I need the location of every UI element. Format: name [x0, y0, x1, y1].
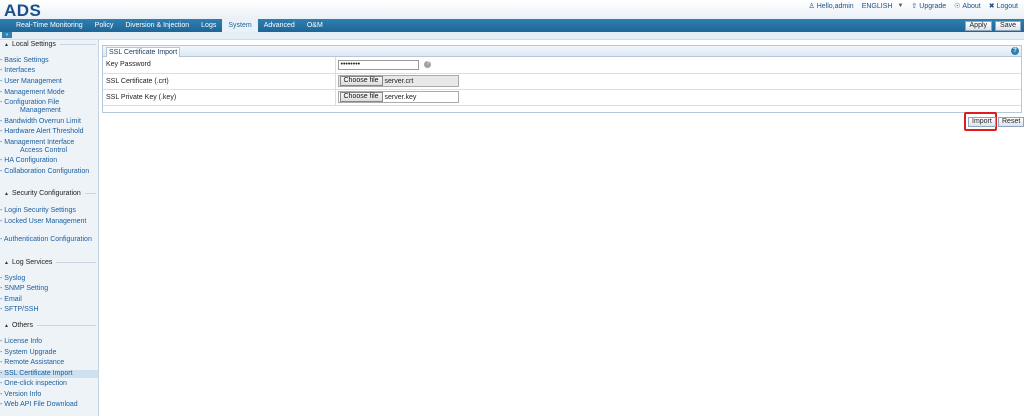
sidebar-item-management-mode[interactable]: - Management Mode — [0, 89, 98, 97]
about-link[interactable]: ☉ About — [954, 2, 981, 11]
sidebar-item-authentication-configuration[interactable]: - Authentication Configuration — [0, 236, 98, 244]
key-password-label: Key Password — [103, 57, 336, 74]
sidebar-item-web-api-file-download[interactable]: - Web API File Download — [0, 401, 98, 409]
main-nav: Real-Time Monitoring Policy Diversion & … — [0, 19, 1024, 32]
sidebar-item-hardware-alert-threshold[interactable]: - Hardware Alert Threshold — [0, 128, 98, 136]
sidebar-item-snmp-setting[interactable]: - SNMP Setting — [0, 285, 98, 293]
sidebar-item-sftp-ssh[interactable]: - SFTP/SSH — [0, 306, 98, 314]
sidebar-section-local-settings[interactable]: ▲ Local Settings — [4, 41, 96, 48]
ssl-certificate-label: SSL Certificate (.crt) — [103, 73, 336, 90]
sidebar-section-others[interactable]: ▲ Others — [4, 322, 96, 329]
language-select[interactable]: ENGLISH ▼ — [862, 3, 904, 10]
divider — [59, 44, 96, 45]
sidebar-item-collaboration-configuration[interactable]: - Collaboration Configuration — [0, 168, 98, 176]
apply-button[interactable]: Apply — [964, 21, 993, 31]
tab-real-time-monitoring[interactable]: Real-Time Monitoring — [10, 19, 89, 32]
choose-private-key-file-button[interactable]: Choose file — [339, 92, 383, 102]
app-logo: ADS — [4, 1, 42, 20]
nav-buttons: Apply Save — [964, 21, 1021, 31]
sidebar-item-bandwidth-overrun-limit[interactable]: - Bandwidth Overrun Limit — [0, 118, 98, 126]
ssl-import-panel: SSL Certificate Import ? Key Password ••… — [102, 45, 1022, 113]
table-row: SSL Private Key (.key) Choose file serve… — [103, 89, 1021, 106]
user-greeting[interactable]: ♙ Hello,admin — [808, 2, 853, 11]
ssl-import-form: Key Password •••••••• ? SSL Certificate … — [103, 57, 1021, 106]
sidebar-item-one-click-inspection[interactable]: - One-click inspection — [0, 380, 98, 388]
nav-tabs: Real-Time Monitoring Policy Diversion & … — [10, 19, 329, 32]
tab-om[interactable]: O&M — [301, 19, 329, 32]
sidebar-item-interfaces[interactable]: - Interfaces — [0, 67, 98, 75]
top-bar: ADS ♙ Hello,admin ENGLISH ▼ ⇧ Upgrade ☉ … — [0, 0, 1024, 20]
tab-advanced[interactable]: Advanced — [258, 19, 301, 32]
key-password-field[interactable]: •••••••• — [337, 59, 419, 70]
tab-diversion-injection[interactable]: Diversion & Injection — [119, 19, 195, 32]
sub-bar: « — [0, 32, 1024, 40]
sidebar-item-email[interactable]: - Email — [0, 296, 98, 304]
sidebar: ▲ Local Settings - Basic Settings - Inte… — [0, 40, 99, 416]
ssl-private-key-file-input[interactable]: Choose file server.key — [337, 91, 459, 103]
sidebar-section-security-configuration[interactable]: ▲ Security Configuration — [4, 190, 96, 197]
sidebar-item-configuration-file-management[interactable]: - Configuration File Management — [0, 99, 98, 115]
collapse-triangle-icon: ▲ — [4, 322, 9, 329]
tab-policy[interactable]: Policy — [89, 19, 120, 32]
collapse-triangle-icon: ▲ — [4, 190, 9, 197]
collapse-triangle-icon: ▲ — [4, 259, 9, 266]
upgrade-icon: ⇧ — [911, 3, 918, 10]
sidebar-section-log-services[interactable]: ▲ Log Services — [4, 259, 96, 266]
sidebar-item-login-security-settings[interactable]: - Login Security Settings — [0, 207, 98, 215]
private-key-file-name: server.key — [384, 93, 417, 101]
divider — [56, 262, 96, 263]
panel-title: SSL Certificate Import — [106, 47, 181, 57]
about-icon: ☉ — [954, 3, 961, 10]
import-button[interactable]: Import — [968, 117, 996, 127]
sidebar-item-syslog[interactable]: - Syslog — [0, 275, 98, 283]
sidebar-item-license-info[interactable]: - License Info — [0, 338, 98, 346]
logout-link[interactable]: ✖ Logout — [988, 2, 1018, 11]
sidebar-item-ssl-certificate-import[interactable]: - SSL Certificate Import — [0, 370, 98, 378]
collapse-triangle-icon: ▲ — [4, 41, 9, 48]
chevron-down-icon: ▼ — [897, 3, 904, 9]
panel-header: SSL Certificate Import ? — [103, 46, 1021, 57]
table-row: SSL Certificate (.crt) Choose file serve… — [103, 73, 1021, 90]
sidebar-item-management-interface-access-control[interactable]: - Management Interface Access Control — [0, 139, 98, 155]
sidebar-item-version-info[interactable]: - Version Info — [0, 391, 98, 399]
close-icon: ✖ — [988, 3, 995, 10]
save-button[interactable]: Save — [995, 21, 1021, 31]
certificate-file-name: server.crt — [384, 77, 414, 85]
sidebar-item-locked-user-management[interactable]: - Locked User Management — [0, 218, 98, 226]
choose-certificate-file-button[interactable]: Choose file — [339, 76, 383, 86]
divider — [84, 193, 96, 194]
user-links: ♙ Hello,admin ENGLISH ▼ ⇧ Upgrade ☉ Abou… — [808, 2, 1018, 11]
reset-button[interactable]: Reset — [998, 117, 1024, 127]
ssl-certificate-file-input[interactable]: Choose file server.crt — [337, 75, 459, 87]
sidebar-item-remote-assistance[interactable]: - Remote Assistance — [0, 359, 98, 367]
divider — [36, 325, 96, 326]
table-row: Key Password •••••••• ? — [103, 57, 1021, 74]
user-icon: ♙ — [808, 3, 815, 10]
sidebar-item-basic-settings[interactable]: - Basic Settings — [0, 57, 98, 65]
tab-system[interactable]: System — [222, 19, 258, 32]
collapse-sidebar-icon[interactable]: « — [2, 32, 12, 38]
sidebar-item-ha-configuration[interactable]: - HA Configuration — [0, 157, 98, 165]
upgrade-link[interactable]: ⇧ Upgrade — [911, 2, 946, 11]
question-icon[interactable]: ? — [424, 61, 432, 69]
help-icon[interactable]: ? — [1011, 47, 1019, 55]
sidebar-item-user-management[interactable]: - User Management — [0, 78, 98, 86]
ssl-private-key-label: SSL Private Key (.key) — [103, 89, 336, 106]
sidebar-item-system-upgrade[interactable]: - System Upgrade — [0, 349, 98, 357]
tab-logs[interactable]: Logs — [195, 19, 222, 32]
